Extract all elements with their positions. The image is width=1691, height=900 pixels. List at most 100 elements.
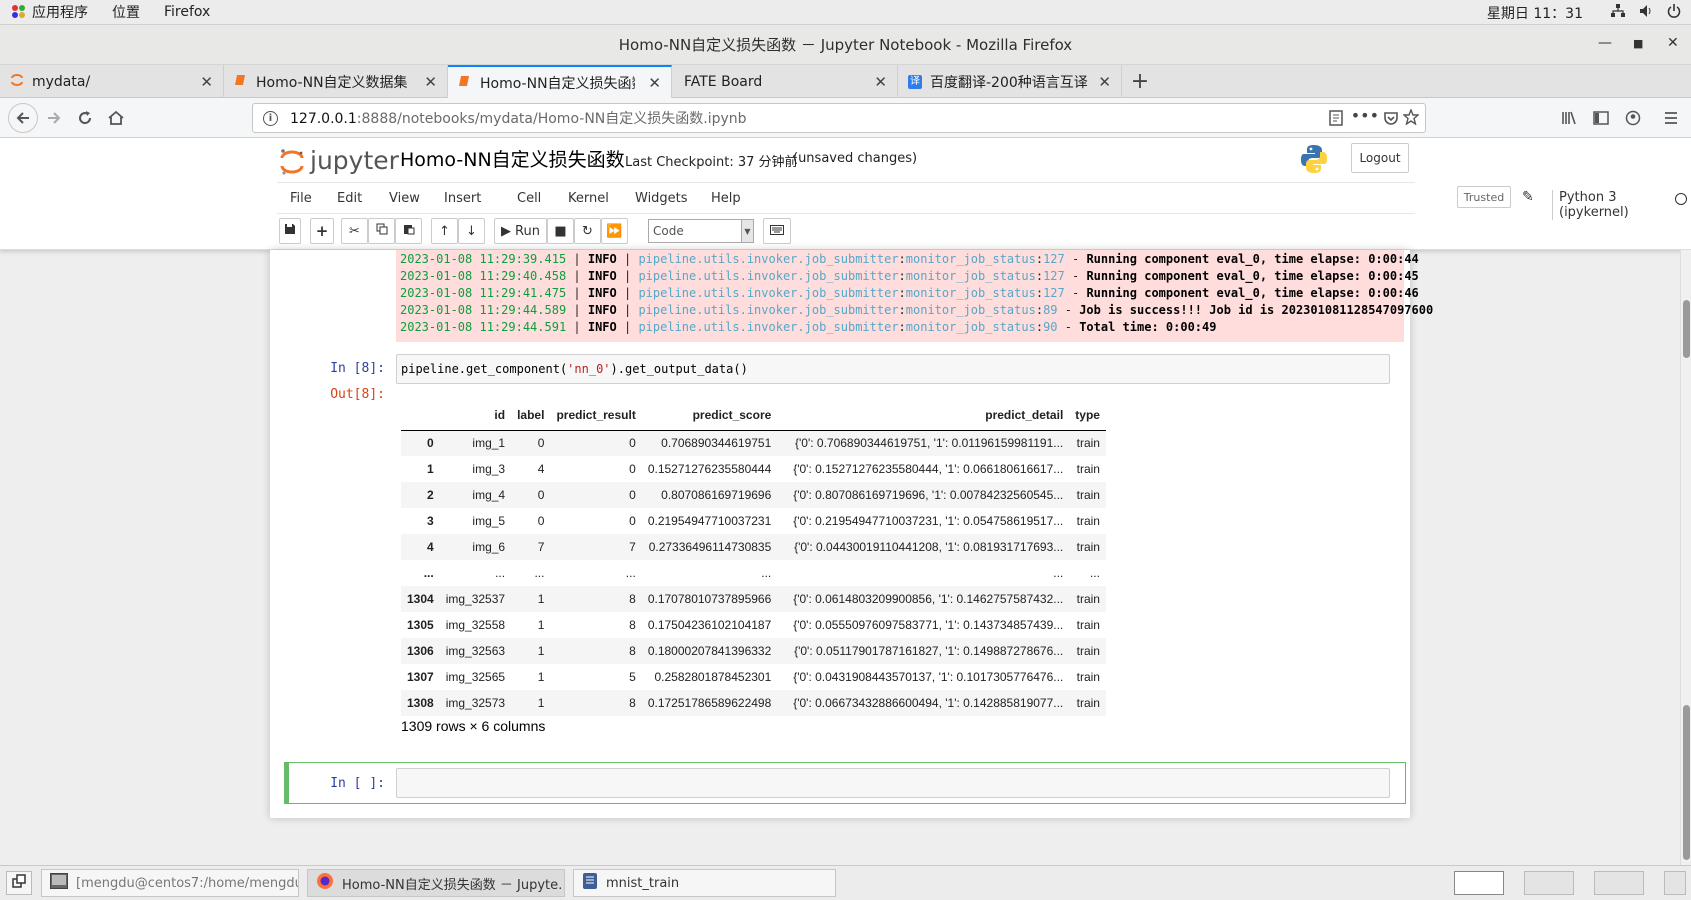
places-menu[interactable]: 位置 [112,2,140,22]
window-title-bar: Homo-NN自定义损失函数 － Jupyter Notebook - Mozi… [0,25,1691,65]
url-bar[interactable]: i 127.0.0.1:8888/notebooks/mydata/Homo-N… [252,103,1426,133]
table-row: 1 img_3 4 0 0.15271276235580444 {'0': 0.15271… [401,456,1106,482]
code-text: pipeline.get_component( [401,362,568,376]
network-icon[interactable] [1611,3,1625,22]
site-info-icon[interactable]: i [263,110,278,126]
menu-widgets[interactable]: Widgets [635,191,688,206]
close-window-button[interactable]: ✕ [1667,35,1679,51]
close-tab-icon[interactable]: ✕ [874,73,887,91]
command-palette-button[interactable] [763,218,791,244]
minimize-button[interactable]: — [1598,35,1612,51]
tab-baidu-translate[interactable]: 译 百度翻译-200种语言互译 ✕ [898,65,1122,98]
table-cell: img_32537 [445,592,506,606]
close-tab-icon[interactable]: ✕ [648,74,661,92]
page-actions-icon[interactable]: ••• [1351,106,1379,125]
restart-icon: ↻ [582,223,593,239]
url-host: 127.0.0.1 [290,111,357,127]
sidebar-button[interactable] [1589,106,1613,130]
logout-button[interactable]: Logout [1351,143,1409,173]
pocket-icon[interactable] [1383,110,1399,130]
restart-button[interactable]: ↻ [574,218,601,244]
account-button[interactable] [1621,106,1645,130]
forward-button[interactable] [42,106,66,130]
code-text: ).get_output_data() [610,362,748,376]
row-index: 2 [427,488,434,502]
row-index: 0 [427,436,434,451]
table-cell: {'0': 0.15271276235580444, '1': 0.066180… [793,462,1064,476]
back-button[interactable] [8,103,38,133]
task-mnist[interactable]: mnist_train [573,869,836,897]
bookmark-star-icon[interactable] [1402,108,1420,129]
workspace-1[interactable] [1454,871,1504,895]
tab-mydata[interactable]: mydata/ ✕ [0,65,224,98]
scissors-icon: ✂ [349,223,360,239]
notebook-title[interactable]: Homo-NN自定义损失函数 [400,145,625,172]
menu-insert[interactable]: Insert [444,191,481,206]
active-app-menu[interactable]: Firefox [164,4,210,20]
task-firefox[interactable]: Homo-NN自定义损失函数 － Jupyte… [307,869,565,897]
kernel-name[interactable]: Python 3 (ipykernel) [1552,190,1629,220]
power-icon[interactable] [1667,3,1681,22]
table-cell: ... [625,566,636,580]
tab-dataset[interactable]: Homo-NN自定义数据集 ✕ [224,65,448,98]
table-cell: img_32563 [445,644,506,658]
page-scrollbar[interactable] [1680,250,1691,865]
clock[interactable]: 星期日 11：31 [1487,3,1583,23]
menu-kernel[interactable]: Kernel [568,191,609,206]
workspace-3[interactable] [1594,871,1644,895]
table-cell: 0 [629,462,636,476]
code-cell-input[interactable]: pipeline.get_component('nn_0').get_outpu… [396,354,1390,384]
task-terminal[interactable]: [mengdu@centos7:/home/mengdu/… [41,869,299,897]
applications-menu[interactable]: 应用程序 [12,2,88,22]
table-cell: 0.807086169719696 [661,488,772,502]
volume-icon[interactable] [1639,4,1653,22]
close-tab-icon[interactable]: ✕ [424,73,437,91]
cut-button[interactable]: ✂ [341,218,368,244]
close-tab-icon[interactable]: ✕ [1098,73,1111,91]
table-cell: ... [1089,566,1100,580]
maximize-button[interactable]: ■ [1633,37,1643,50]
menu-file[interactable]: File [290,191,312,206]
new-tab-button[interactable]: + [1128,69,1152,94]
table-cell: 1 [537,644,545,658]
jupyter-logo-icon [280,148,304,175]
jupyter-logo[interactable]: jupyter [280,146,399,175]
run-button[interactable]: ▶ Run [494,218,547,244]
log-func: monitor_job_status [905,303,1036,317]
move-up-button[interactable]: ↑ [431,218,458,244]
menu-view[interactable]: View [389,191,420,206]
table-cell: train [1076,436,1100,451]
home-button[interactable] [104,106,128,130]
close-tab-icon[interactable]: ✕ [200,73,213,91]
restart-run-all-button[interactable]: ⏩ [601,218,628,244]
interrupt-button[interactable]: ■ [547,218,574,244]
trusted-indicator[interactable]: Trusted [1457,186,1511,208]
account-icon [1625,110,1641,126]
menu-button[interactable] [1659,106,1683,130]
copy-button[interactable] [368,218,395,244]
menu-help[interactable]: Help [711,191,741,206]
paste-button[interactable] [395,218,422,244]
workspace-4[interactable] [1664,871,1686,895]
menu-edit[interactable]: Edit [337,191,362,206]
log-lineno: 127 [1043,252,1065,266]
table-cell: 0 [537,488,545,502]
workspace-2[interactable] [1524,871,1574,895]
tab-fate-board[interactable]: FATE Board ✕ [672,65,898,98]
menu-cell[interactable]: Cell [517,191,541,206]
move-down-button[interactable]: ↓ [458,218,485,244]
reader-view-icon[interactable] [1329,110,1343,130]
save-button[interactable] [279,218,301,244]
scrollbar-thumb[interactable] [1683,300,1690,358]
cell-type-select[interactable]: Code ▼ [648,219,754,243]
empty-code-input[interactable] [396,768,1390,798]
table-cell: train [1076,540,1100,554]
url-text[interactable]: 127.0.0.1:8888/notebooks/mydata/Homo-NN自… [290,108,747,128]
library-button[interactable] [1557,106,1581,130]
tab-loss-function[interactable]: Homo-NN自定义损失函数 ✕ [448,65,672,98]
scrollbar-thumb[interactable] [1683,705,1690,860]
jupyter-page: jupyter Homo-NN自定义损失函数 Last Checkpoint: … [0,138,1691,865]
reload-button[interactable] [73,106,97,130]
show-desktop-button[interactable] [6,871,32,895]
insert-cell-button[interactable]: + [310,218,334,244]
